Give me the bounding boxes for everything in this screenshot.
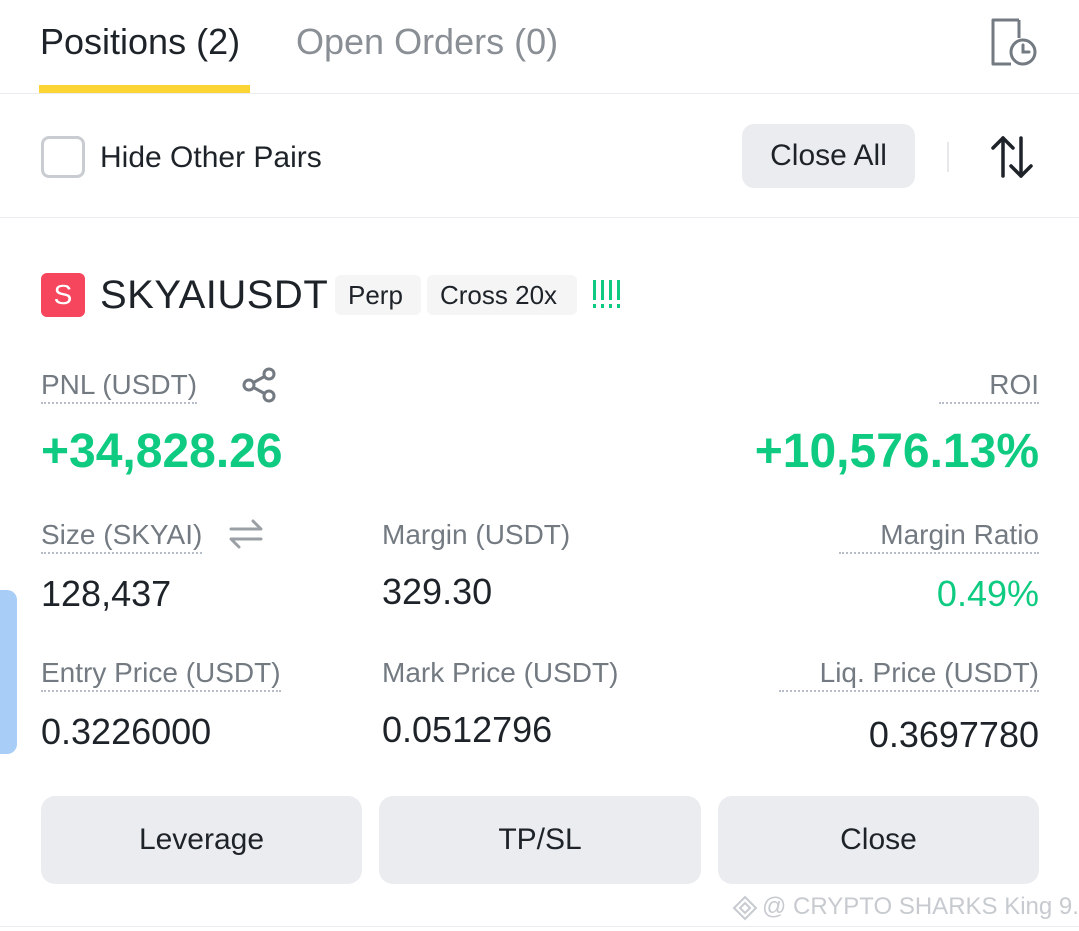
roi-label[interactable]: ROI (939, 368, 1039, 404)
swap-unit-icon[interactable] (228, 518, 264, 550)
watermark: @ CRYPTO SHARKS King 9... (732, 892, 1077, 922)
floating-side-tab[interactable] (0, 590, 17, 754)
sort-arrows-icon[interactable] (988, 132, 1036, 182)
entry-price-label[interactable]: Entry Price (USDT) (41, 656, 281, 692)
leverage-button[interactable]: Leverage (41, 796, 362, 884)
tpsl-button[interactable]: TP/SL (379, 796, 701, 884)
close-all-button[interactable]: Close All (742, 124, 915, 188)
tab-open-orders[interactable]: Open Orders (0) (296, 20, 558, 64)
contract-type-tag: Perp (335, 275, 421, 315)
tab-positions[interactable]: Positions (2) (40, 20, 240, 64)
share-icon[interactable] (240, 366, 278, 404)
position-header[interactable]: S SKYAIUSDT Perp Cross 20x (41, 272, 1041, 318)
entry-price-value: 0.3226000 (41, 711, 212, 752)
margin-label: Margin (USDT) (382, 519, 571, 550)
close-position-button[interactable]: Close (718, 796, 1039, 884)
symbol-name[interactable]: SKYAIUSDT (100, 272, 328, 318)
size-label[interactable]: Size (SKYAI) (41, 518, 203, 554)
roi-value: +10,576.13% (754, 425, 1039, 478)
binance-logo-icon (732, 895, 758, 921)
mark-price-label: Mark Price (USDT) (382, 657, 619, 688)
pnl-label[interactable]: PNL (USDT) (41, 368, 198, 404)
pnl-value: +34,828.26 (41, 425, 283, 478)
margin-mode-tag[interactable]: Cross 20x (427, 275, 577, 315)
hide-other-pairs-label: Hide Other Pairs (100, 141, 322, 174)
watermark-text: @ CRYPTO SHARKS King 9... (762, 893, 1077, 920)
margin-ratio-value: 0.49% (936, 573, 1039, 614)
risk-level-icon (592, 280, 622, 308)
size-value: 128,437 (41, 573, 172, 614)
hide-other-pairs-checkbox[interactable] (41, 136, 85, 178)
margin-value[interactable]: 329.30 (382, 571, 492, 613)
divider (947, 142, 949, 172)
bottom-divider (0, 926, 1079, 927)
mark-price-value: 0.0512796 (382, 709, 553, 750)
liq-price-label[interactable]: Liq. Price (USDT) (779, 656, 1039, 692)
liq-price-value: 0.3697780 (868, 714, 1039, 755)
order-history-icon[interactable] (985, 14, 1039, 68)
filter-row: Hide Other Pairs Close All (0, 94, 1079, 218)
margin-ratio-label[interactable]: Margin Ratio (839, 518, 1039, 554)
active-tab-indicator (39, 85, 250, 93)
symbol-logo: S (41, 273, 85, 317)
position-tabs: Positions (2) Open Orders (0) (0, 0, 1079, 94)
